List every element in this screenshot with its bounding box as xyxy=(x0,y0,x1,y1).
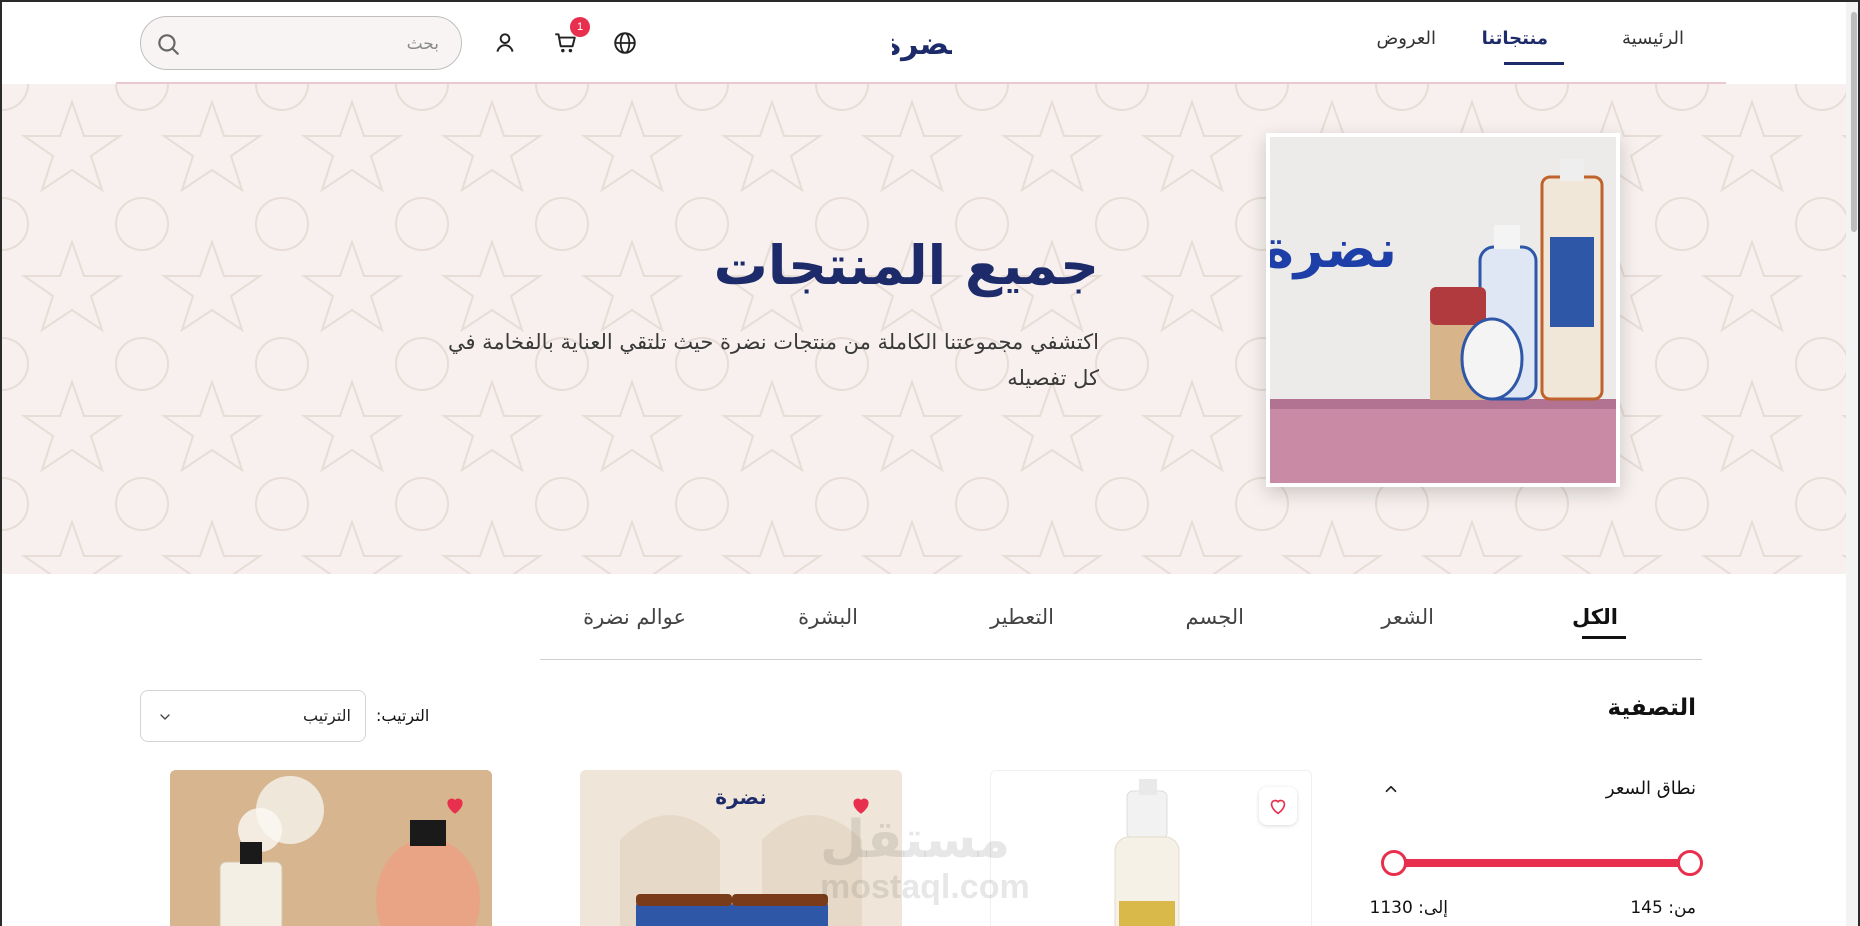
browser-viewport: الرئيسية منتجاتنا العروض نضرة 1 xyxy=(0,0,1860,926)
page-scrollbar[interactable] xyxy=(1846,2,1858,926)
search-icon[interactable] xyxy=(155,31,181,57)
tab-all[interactable]: الكل xyxy=(1572,605,1618,629)
hero-product-image: نضرة xyxy=(1266,133,1620,487)
tab-active-underline xyxy=(1582,636,1626,639)
price-slider-track[interactable] xyxy=(1394,859,1690,867)
chevron-down-icon xyxy=(160,714,170,720)
heart-filled-icon xyxy=(447,798,463,814)
tab-fragrance[interactable]: التعطير xyxy=(990,605,1054,629)
site-header: الرئيسية منتجاتنا العروض نضرة 1 xyxy=(2,2,1846,84)
hero-banner: جميع المنتجات اكتشفي مجموعتنا الكاملة من… xyxy=(2,84,1846,574)
site-logo[interactable]: نضرة xyxy=(883,14,960,70)
price-range-label[interactable]: نطاق السعر xyxy=(1606,778,1696,799)
user-icon[interactable] xyxy=(492,30,518,56)
nav-products[interactable]: منتجاتنا xyxy=(1482,28,1548,49)
nav-home[interactable]: الرئيسية xyxy=(1622,28,1684,49)
tab-skin[interactable]: البشرة xyxy=(798,605,858,629)
nav-offers[interactable]: العروض xyxy=(1376,28,1436,49)
price-from-value: من: 145 xyxy=(1630,898,1696,918)
cart-count-badge: 1 xyxy=(570,17,590,37)
svg-text:نضرة: نضرة xyxy=(715,785,766,809)
sort-selected-value: الترتيب xyxy=(303,706,351,725)
image-logo-text: نضرة xyxy=(1270,220,1397,280)
tab-body[interactable]: الجسم xyxy=(1186,605,1245,629)
logo-mark-icon: نضرة xyxy=(883,27,960,62)
filter-title: التصفية xyxy=(1607,695,1696,721)
price-to-value: إلى: 1130 xyxy=(1369,898,1448,918)
price-slider-max-handle[interactable] xyxy=(1677,850,1703,876)
favorite-button[interactable] xyxy=(436,786,474,824)
search-input[interactable] xyxy=(201,29,439,59)
chevron-up-icon[interactable] xyxy=(1382,780,1400,798)
page-title: جميع المنتجات xyxy=(713,234,1099,297)
tabs-divider xyxy=(540,659,1702,660)
price-slider-min-handle[interactable] xyxy=(1381,850,1407,876)
watermark-logo: مستقل xyxy=(820,810,1011,870)
page-subtitle: اكتشفي مجموعتنا الكاملة من منتجات نضرة ح… xyxy=(447,330,1099,390)
search-box[interactable] xyxy=(140,16,462,70)
heart-outline-icon xyxy=(1270,799,1286,815)
product-card-oil[interactable] xyxy=(990,770,1312,926)
tab-hair[interactable]: الشعر xyxy=(1381,605,1434,629)
favorite-button[interactable] xyxy=(1259,787,1297,825)
sort-select[interactable]: الترتيب xyxy=(140,690,366,742)
globe-icon[interactable] xyxy=(612,30,638,56)
watermark-url: mostaql.com xyxy=(820,868,1030,906)
tab-nadra-worlds[interactable]: عوالم نضرة xyxy=(583,605,686,629)
product-card-perfume[interactable] xyxy=(170,770,492,926)
scrollbar-thumb[interactable] xyxy=(1851,12,1857,232)
sort-label: الترتيب: xyxy=(376,706,430,725)
svg-text:نضرة: نضرة xyxy=(892,27,952,62)
nav-active-underline xyxy=(1504,62,1564,65)
